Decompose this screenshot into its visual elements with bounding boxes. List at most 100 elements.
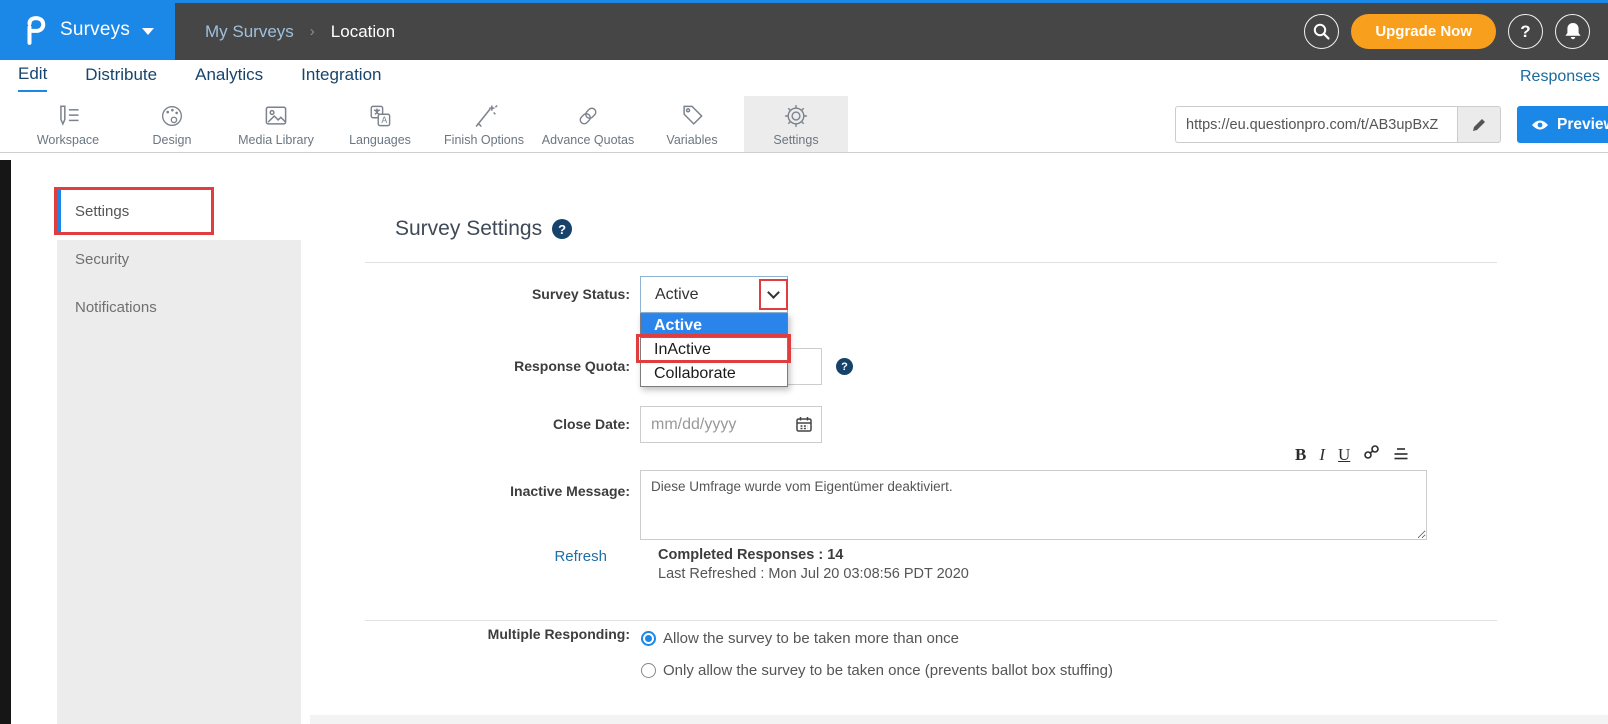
survey-url-input[interactable] xyxy=(1175,106,1457,143)
nav-tabs: Edit Distribute Analytics Integration xyxy=(18,60,381,96)
radio-selected-icon[interactable] xyxy=(641,631,656,646)
help-icon: ? xyxy=(1520,22,1530,42)
toolbar-item-settings[interactable]: Settings xyxy=(744,96,848,152)
refresh-link[interactable]: Refresh xyxy=(365,548,607,565)
toolbar-item-design[interactable]: Design xyxy=(120,96,224,152)
magic-wand-icon xyxy=(469,102,499,130)
page-title: Survey Settings ? xyxy=(395,217,572,241)
tab-distribute[interactable]: Distribute xyxy=(85,65,157,91)
response-quota-label: Response Quota: xyxy=(365,358,630,374)
product-name: Surveys xyxy=(60,19,130,41)
questionpro-logo-icon xyxy=(24,15,46,45)
notifications-button[interactable] xyxy=(1555,14,1590,49)
breadcrumb: My Surveys › Location xyxy=(205,3,395,60)
image-icon xyxy=(261,102,291,130)
toolbar-item-label: Finish Options xyxy=(444,133,524,147)
breadcrumb-separator: › xyxy=(310,23,315,40)
tab-edit[interactable]: Edit xyxy=(18,64,47,92)
preview-button[interactable]: Preview xyxy=(1517,106,1608,143)
chain-links-icon xyxy=(573,102,603,130)
breadcrumb-my-surveys[interactable]: My Surveys xyxy=(205,22,294,42)
responses-link[interactable]: Responses xyxy=(1520,68,1600,86)
workspace-icon xyxy=(53,102,83,130)
italic-button[interactable]: I xyxy=(1319,446,1325,463)
format-toolbar: B I U xyxy=(1295,444,1409,463)
svg-text:A: A xyxy=(381,115,387,125)
toolbar-item-label: Settings xyxy=(773,133,818,147)
close-date-label: Close Date: xyxy=(365,416,630,432)
questionpro-surveys-app: Surveys My Surveys › Location Upgrade No… xyxy=(0,0,1608,724)
toolbar-item-media-library[interactable]: Media Library xyxy=(224,96,328,152)
annotation-settings-item: Settings xyxy=(54,187,214,235)
link-button[interactable] xyxy=(1363,444,1380,463)
header-bar: Surveys My Surveys › Location Upgrade No… xyxy=(0,3,1608,60)
radio-allow-multiple[interactable]: Allow the survey to be taken more than o… xyxy=(641,630,959,647)
inactive-message-textarea[interactable]: Diese Umfrage wurde vom Eigentümer deakt… xyxy=(640,470,1427,540)
chevron-down-icon xyxy=(142,28,154,35)
sidebar-item-security[interactable]: Security xyxy=(75,251,129,268)
select-arrow-zone[interactable] xyxy=(760,277,787,312)
radio-allow-once[interactable]: Only allow the survey to be taken once (… xyxy=(641,662,1113,679)
survey-settings-help-icon[interactable]: ? xyxy=(552,219,572,239)
toolbar-item-label: Languages xyxy=(349,133,411,147)
link-icon xyxy=(1363,444,1380,460)
response-quota-help-icon[interactable]: ? xyxy=(836,358,853,375)
survey-nav: Edit Distribute Analytics Integration Re… xyxy=(0,60,1608,96)
toolbar-item-finish-options[interactable]: Finish Options xyxy=(432,96,536,152)
divider xyxy=(365,620,1497,621)
survey-status-dropdown: Active InActive Collaborate xyxy=(640,313,788,387)
translate-icon: A xyxy=(365,102,395,130)
align-button[interactable] xyxy=(1393,446,1409,463)
upgrade-now-button[interactable]: Upgrade Now xyxy=(1351,14,1496,49)
sidebar-item-label: Settings xyxy=(75,203,129,220)
toolbar-item-label: Workspace xyxy=(37,133,99,147)
toolbar-item-label: Media Library xyxy=(238,133,314,147)
option-collaborate[interactable]: Collaborate xyxy=(641,362,787,386)
option-inactive[interactable]: InActive xyxy=(641,338,787,362)
survey-status-label: Survey Status: xyxy=(365,286,630,302)
align-icon xyxy=(1393,446,1409,460)
edit-toolbar: Workspace Design Media Library xyxy=(0,96,1608,153)
calendar-icon[interactable] xyxy=(795,415,813,438)
radio-unselected-icon[interactable] xyxy=(641,663,656,678)
toolbar-item-label: Variables xyxy=(666,133,717,147)
eye-icon xyxy=(1531,118,1549,132)
toolbar-item-advance-quotas[interactable]: Advance Quotas xyxy=(536,96,640,152)
completed-responses-text: Completed Responses : 14 xyxy=(658,547,843,563)
bottom-section-divider xyxy=(310,715,1608,724)
option-active[interactable]: Active xyxy=(641,314,787,338)
breadcrumb-current: Location xyxy=(331,22,395,42)
toolbar-item-workspace[interactable]: Workspace xyxy=(16,96,120,152)
divider xyxy=(365,262,1497,263)
sidebar-item-notifications[interactable]: Notifications xyxy=(75,299,157,316)
search-icon xyxy=(1312,22,1331,41)
bell-icon xyxy=(1564,22,1582,41)
collapsed-panel-strip xyxy=(0,160,11,724)
chevron-down-icon xyxy=(767,286,780,299)
close-date-field xyxy=(640,406,822,443)
product-menu[interactable]: Surveys xyxy=(0,0,175,60)
radio-label: Allow the survey to be taken more than o… xyxy=(663,630,959,647)
tab-integration[interactable]: Integration xyxy=(301,65,381,91)
tag-icon xyxy=(677,102,707,130)
last-refreshed-text: Last Refreshed : Mon Jul 20 03:08:56 PDT… xyxy=(658,566,969,582)
underline-button[interactable]: U xyxy=(1338,446,1350,463)
survey-status-select[interactable]: Active xyxy=(640,276,788,313)
tab-analytics[interactable]: Analytics xyxy=(195,65,263,91)
sidebar-item-settings[interactable]: Settings xyxy=(57,190,211,232)
edit-url-button[interactable] xyxy=(1457,106,1501,143)
preview-label: Preview xyxy=(1557,116,1608,134)
toolbar-item-languages[interactable]: A Languages xyxy=(328,96,432,152)
search-button[interactable] xyxy=(1304,14,1339,49)
toolbar-item-label: Advance Quotas xyxy=(542,133,634,147)
toolbar-item-variables[interactable]: Variables xyxy=(640,96,744,152)
pencil-icon xyxy=(1471,117,1487,133)
palette-icon xyxy=(157,102,187,130)
gear-icon xyxy=(781,102,811,130)
toolbar-items: Workspace Design Media Library xyxy=(16,96,848,152)
bold-button[interactable]: B xyxy=(1295,446,1306,463)
multiple-responding-label: Multiple Responding: xyxy=(365,626,630,642)
inactive-message-label: Inactive Message: xyxy=(365,483,630,499)
help-button[interactable]: ? xyxy=(1508,14,1543,49)
survey-url-group xyxy=(1175,106,1501,143)
